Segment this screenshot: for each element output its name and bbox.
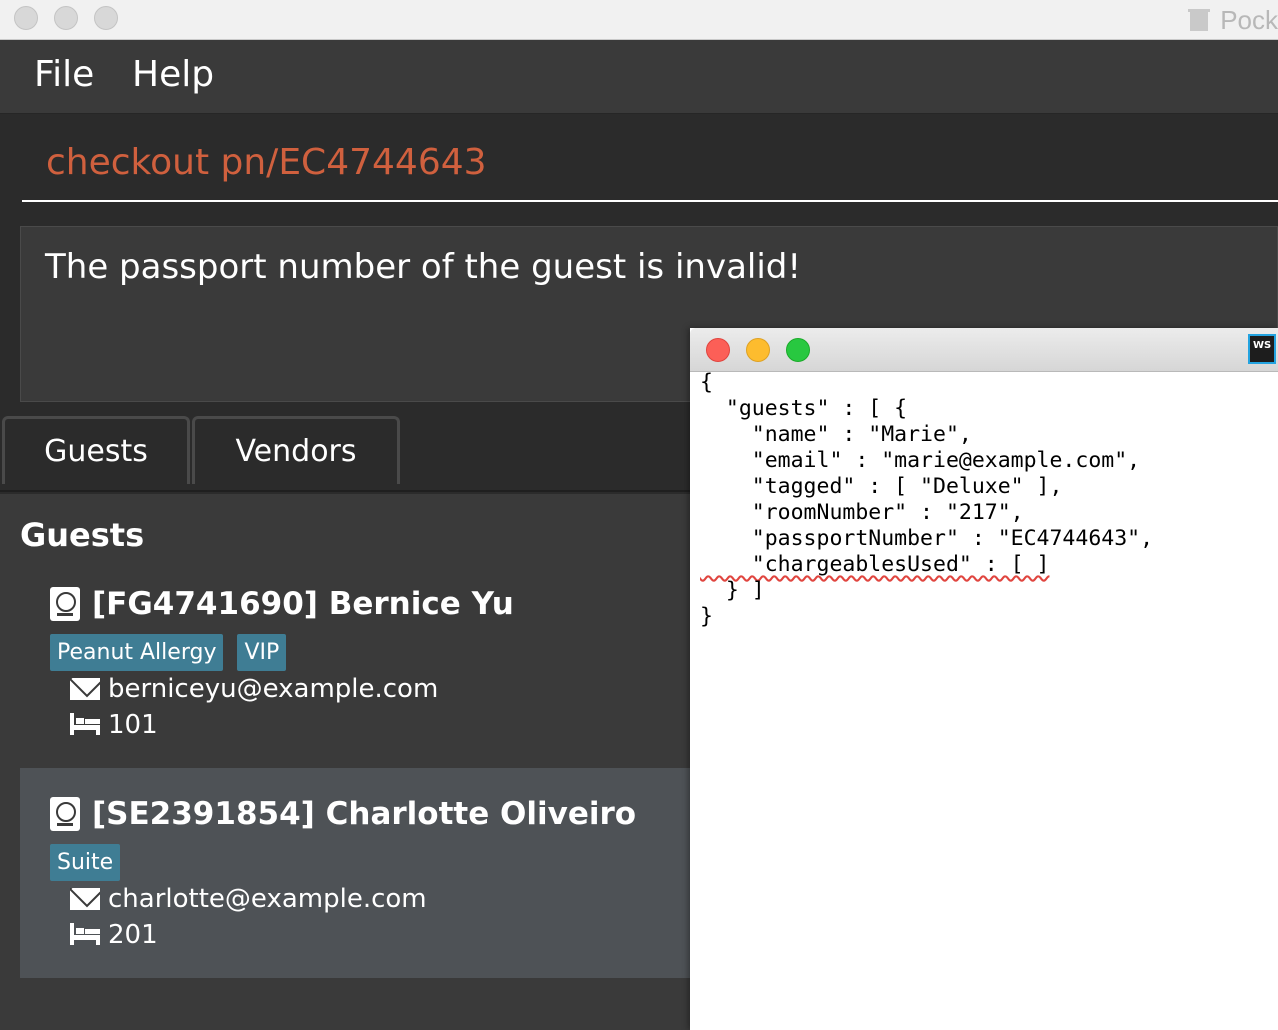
json-zoom-button[interactable] (786, 338, 810, 362)
tab-guests[interactable]: Guests (2, 416, 190, 484)
minimize-window-button[interactable] (54, 6, 78, 30)
tab-guests-label: Guests (44, 434, 148, 469)
app-building-icon (1188, 7, 1211, 33)
json-minimize-button[interactable] (746, 338, 770, 362)
tab-vendors-label: Vendors (235, 434, 357, 469)
guest-header: [SE2391854] Charlotte Oliveiro (92, 796, 637, 832)
json-window-titlebar: WS (690, 328, 1278, 372)
passport-icon (50, 797, 80, 831)
json-line: } (700, 604, 713, 629)
menu-bar: File Help (0, 40, 1278, 114)
json-line: "email" : "marie@example.com", (700, 448, 1141, 473)
json-line: "name" : "Marie", (700, 422, 972, 447)
command-input[interactable]: checkout pn/EC4744643 (22, 114, 1278, 202)
window-title: Pock (1220, 4, 1278, 35)
menu-help[interactable]: Help (132, 54, 214, 95)
command-box: checkout pn/EC4744643 (0, 114, 1278, 214)
close-window-button[interactable] (14, 6, 38, 30)
json-line: } ] (700, 578, 765, 603)
result-message: The passport number of the guest is inva… (45, 247, 802, 287)
webstorm-icon: WS (1248, 334, 1276, 364)
json-content[interactable]: { "guests" : [ { "name" : "Marie", "emai… (700, 370, 1153, 630)
json-line: "tagged" : [ "Deluxe" ], (700, 474, 1063, 499)
guest-tag: VIP (237, 634, 287, 671)
zoom-window-button[interactable] (94, 6, 118, 30)
guest-tag: Peanut Allergy (50, 634, 224, 671)
json-editor-window[interactable]: WS { "guests" : [ { "name" : "Marie", "e… (690, 328, 1278, 1030)
bed-icon (70, 923, 100, 947)
guest-card[interactable]: [FG4741690] Bernice Yu Peanut Allergy VI… (20, 558, 700, 768)
json-line: "passportNumber" : "EC4744643", (700, 526, 1154, 551)
list-title: Guests (20, 516, 145, 554)
guest-email: charlotte@example.com (108, 884, 427, 914)
json-line: "roomNumber" : "217", (700, 500, 1024, 525)
guest-email: berniceyu@example.com (108, 674, 439, 704)
json-line: { (700, 370, 713, 395)
guest-card[interactable]: [SE2391854] Charlotte Oliveiro Suite cha… (20, 768, 700, 978)
tab-vendors[interactable]: Vendors (192, 416, 400, 484)
json-close-button[interactable] (706, 338, 730, 362)
json-line: "guests" : [ { (700, 396, 908, 421)
menu-file[interactable]: File (34, 54, 94, 95)
guest-room: 101 (108, 710, 158, 740)
guest-room: 201 (108, 920, 158, 950)
email-icon (70, 678, 100, 700)
command-text: checkout pn/EC4744643 (46, 142, 487, 183)
window-titlebar: Pock (0, 0, 1278, 40)
bed-icon (70, 713, 100, 737)
passport-icon (50, 587, 80, 621)
guest-header: [FG4741690] Bernice Yu (92, 586, 514, 622)
email-icon (70, 888, 100, 910)
guest-tag: Suite (50, 844, 121, 881)
json-line: "chargeablesUsed" : [ ] (700, 552, 1050, 577)
